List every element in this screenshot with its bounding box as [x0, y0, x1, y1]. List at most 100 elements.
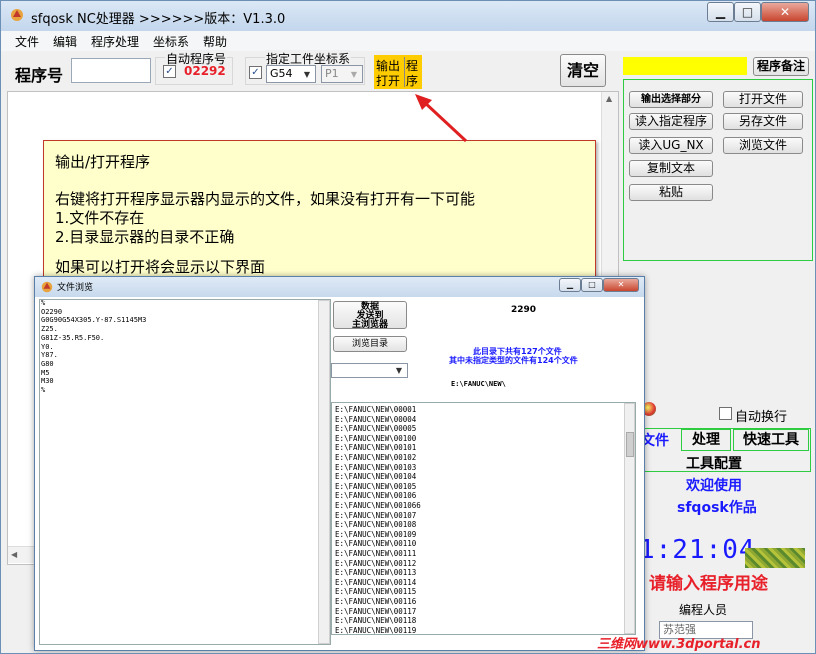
- menu-help[interactable]: 帮助: [203, 33, 227, 50]
- auto-wrap-label: 自动换行: [735, 410, 788, 425]
- read-ug-nx-button[interactable]: 读入UG_NX: [629, 137, 713, 154]
- program-note-button[interactable]: 程序备注: [753, 57, 809, 76]
- file-list-item[interactable]: E:\FANUC\NEW\00105: [335, 482, 416, 492]
- wcs2-select[interactable]: P1 ▼: [321, 65, 363, 83]
- program-no-input[interactable]: [71, 58, 151, 83]
- file-list-item[interactable]: E:\FANUC\NEW\00108: [335, 520, 416, 530]
- watermark: 三维网www.3dportal.cn: [597, 637, 761, 652]
- note-field[interactable]: [623, 57, 747, 75]
- file-list-item[interactable]: E:\FANUC\NEW\00119: [335, 626, 416, 634]
- clock-display: 1:21:04: [639, 535, 756, 565]
- file-list-item[interactable]: E:\FANUC\NEW\00113: [335, 568, 416, 578]
- preview-scrollbar[interactable]: [318, 300, 330, 644]
- window-title: sfqosk NC处理器 >>>>>>版本：V1.3.0: [31, 12, 286, 27]
- read-program-button[interactable]: 读入指定程序: [629, 113, 713, 130]
- file-list-item[interactable]: E:\FANUC\NEW\00100: [335, 434, 416, 444]
- app-icon: [11, 9, 23, 21]
- file-list-item[interactable]: E:\FANUC\NEW\00115: [335, 587, 416, 597]
- file-list-item[interactable]: E:\FANUC\NEW\00101: [335, 443, 416, 453]
- output-selection-button[interactable]: 输出选择部分: [629, 91, 713, 108]
- copy-text-button[interactable]: 复制文本: [629, 160, 713, 177]
- minimize-button[interactable]: ▁: [707, 2, 734, 22]
- chevron-down-icon: ▼: [395, 366, 403, 375]
- menu-program-processing[interactable]: 程序处理: [91, 33, 139, 50]
- menu-edit[interactable]: 编辑: [53, 33, 77, 50]
- file-list-item[interactable]: E:\FANUC\NEW\00107: [335, 511, 416, 521]
- wcs-checkbox[interactable]: ✓: [249, 66, 262, 79]
- title-bar[interactable]: sfqosk NC处理器 >>>>>>版本：V1.3.0 ▁ □ ✕: [1, 1, 815, 31]
- file-list-item[interactable]: E:\FANUC\NEW\00117: [335, 607, 416, 617]
- file-browser-window: 文件浏览 ▁ □ ✕ % O2290 G0G90G54X305.Y-87.S11…: [34, 276, 645, 651]
- clear-button[interactable]: 清空: [560, 54, 606, 87]
- app-icon: [41, 281, 53, 293]
- browse-file-button[interactable]: 浏览文件: [723, 137, 803, 154]
- tab-quick-tools[interactable]: 快速工具: [733, 429, 809, 451]
- close-button[interactable]: ✕: [603, 278, 639, 292]
- scroll-up-icon[interactable]: ▲: [606, 94, 612, 103]
- file-list-item[interactable]: E:\FANUC\NEW\00109: [335, 530, 416, 540]
- toolbar: 程序号 自动程序号 ✓ 02292 指定工件坐标系 ✓ G54 ▼ P1 ▼ 输出 …: [1, 50, 617, 91]
- callout-line-3: 2.目录显示器的目录不正确: [55, 228, 235, 246]
- callout-line-2: 1.文件不存在: [55, 209, 145, 227]
- callout-line-1: 右键将打开程序显示器内显示的文件，如果没有打开有一下可能: [55, 190, 476, 208]
- file-list-item[interactable]: E:\FANUC\NEW\00106: [335, 491, 416, 501]
- program-number: 2290: [511, 305, 537, 315]
- callout-line-4: 如果可以打开将会显示以下界面: [55, 258, 266, 276]
- file-list-item[interactable]: E:\FANUC\NEW\00005: [335, 424, 416, 434]
- browse-directory-button[interactable]: 浏览目录: [333, 336, 407, 352]
- annotation-callout: 输出/打开程序 右键将打开程序显示器内显示的文件，如果没有打开有一下可能 1.文…: [43, 140, 596, 286]
- send-to-main-browser-button[interactable]: 数据 发送到 主浏览器: [333, 301, 407, 330]
- program-label-2: 序: [406, 74, 419, 88]
- tab-process[interactable]: 处理: [681, 429, 731, 451]
- open-file-button[interactable]: 打开文件: [723, 91, 803, 108]
- send-button-line-3: 主浏览器: [351, 320, 388, 330]
- program-preview-text: % O2290 G0G90G54X305.Y-87.S1145M3 Z25. G…: [41, 299, 147, 395]
- file-browser-title: 文件浏览: [57, 283, 94, 293]
- close-button[interactable]: ✕: [761, 2, 809, 22]
- menu-file[interactable]: 文件: [15, 33, 39, 50]
- chevron-down-icon: ▼: [350, 70, 358, 79]
- file-browser-title-bar[interactable]: 文件浏览 ▁ □ ✕: [35, 277, 644, 297]
- scroll-left-icon[interactable]: ◀: [11, 550, 17, 559]
- file-list-item[interactable]: E:\FANUC\NEW\00114: [335, 578, 416, 588]
- divider: [404, 57, 405, 87]
- auto-program-no-checkbox[interactable]: ✓: [163, 65, 176, 78]
- untyped-count-info: 其中未指定类型的文件有124个文件: [449, 356, 578, 365]
- wcs2-select-value: P1: [325, 67, 339, 80]
- file-list-item[interactable]: E:\FANUC\NEW\00111: [335, 549, 416, 559]
- file-list-item[interactable]: E:\FANUC\NEW\00116: [335, 597, 416, 607]
- maximize-button[interactable]: □: [581, 278, 603, 292]
- auto-wrap-checkbox[interactable]: [719, 407, 732, 420]
- purpose-prompt: 请输入程序用途: [649, 574, 768, 594]
- save-as-button[interactable]: 另存文件: [723, 113, 803, 130]
- file-list[interactable]: E:\FANUC\NEW\00001 E:\FANUC\NEW\00004 E:\F…: [331, 402, 636, 635]
- file-list-item[interactable]: E:\FANUC\NEW\001066: [335, 501, 421, 511]
- file-list-item[interactable]: E:\FANUC\NEW\00104: [335, 472, 416, 482]
- minimize-button[interactable]: ▁: [559, 278, 581, 292]
- noise-pattern-icon: [745, 548, 805, 568]
- menu-coordinate-system[interactable]: 坐标系: [153, 33, 189, 50]
- file-list-item[interactable]: E:\FANUC\NEW\00112: [335, 559, 416, 569]
- output-open-button[interactable]: 输出 打开 程 序: [374, 55, 422, 89]
- scrollbar-thumb[interactable]: [626, 432, 634, 457]
- callout-title: 输出/打开程序: [55, 153, 151, 171]
- file-list-item[interactable]: E:\FANUC\NEW\00001: [335, 405, 416, 415]
- pointer-arrow-icon: [415, 94, 468, 143]
- maximize-button[interactable]: □: [734, 2, 761, 22]
- program-no-label: 程序号: [15, 66, 64, 85]
- file-list-scrollbar[interactable]: [624, 403, 635, 634]
- menu-bar: 文件 编辑 程序处理 坐标系 帮助: [1, 31, 815, 51]
- file-list-item[interactable]: E:\FANUC\NEW\00118: [335, 616, 416, 626]
- output-open-label-2: 打开: [376, 74, 401, 88]
- wcs-select[interactable]: G54 ▼: [266, 65, 316, 83]
- paste-button[interactable]: 粘贴: [629, 184, 713, 201]
- wcs-select-value: G54: [270, 67, 293, 80]
- file-list-item[interactable]: E:\FANUC\NEW\00110: [335, 539, 416, 549]
- file-list-item[interactable]: E:\FANUC\NEW\00004: [335, 415, 416, 425]
- auto-program-no-value: 02292: [184, 64, 226, 78]
- tool-config-label[interactable]: 工具配置: [686, 453, 742, 473]
- file-list-item[interactable]: E:\FANUC\NEW\00102: [335, 453, 416, 463]
- file-type-select[interactable]: ▼: [331, 363, 408, 378]
- file-list-item[interactable]: E:\FANUC\NEW\00103: [335, 463, 416, 473]
- chevron-down-icon: ▼: [303, 70, 311, 79]
